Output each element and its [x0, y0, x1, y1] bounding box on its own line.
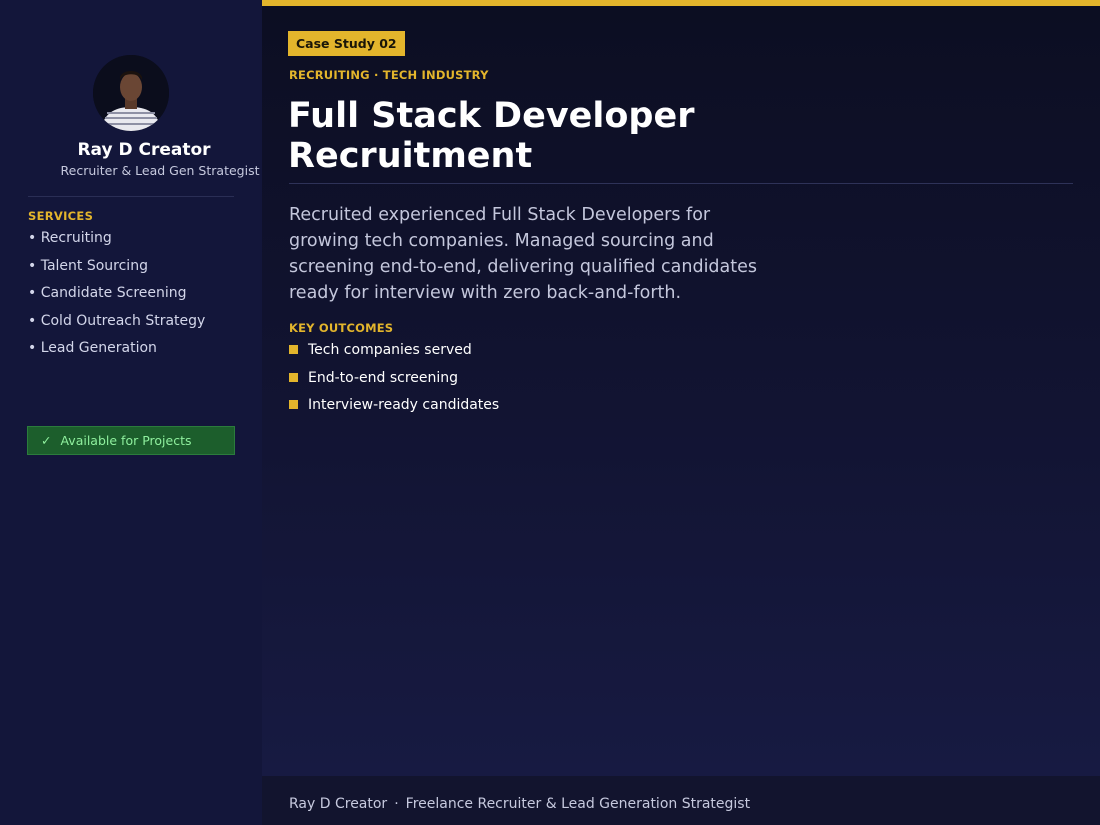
footer-separator: · — [394, 796, 399, 812]
outcome-text: Interview-ready candidates — [308, 397, 500, 413]
services-heading: SERVICES — [28, 209, 94, 223]
sidebar: Ray D Creator Recruiter & Lead Gen Strat… — [0, 0, 262, 825]
service-item-cold-outreach: • Cold Outreach Strategy — [28, 312, 206, 329]
category-label: RECRUITING · TECH INDUSTRY — [289, 68, 489, 82]
outcomes-heading: KEY OUTCOMES — [289, 321, 394, 335]
case-study-badge: Case Study 02 — [288, 31, 405, 56]
service-item-lead-generation: • Lead Generation — [28, 340, 157, 356]
title-divider — [289, 183, 1073, 184]
square-bullet-icon — [289, 372, 298, 382]
footer-tagline: Freelance Recruiter & Lead Generation St… — [405, 796, 751, 812]
outcome-item: End-to-end screening — [289, 370, 499, 398]
outcome-text: End-to-end screening — [308, 369, 459, 386]
outcome-item: Tech companies served — [289, 342, 499, 370]
availability-badge: ✓ Available for Projects — [27, 426, 235, 455]
case-description: Recruited experienced Full Stack Develop… — [289, 205, 758, 303]
square-bullet-icon — [289, 400, 298, 409]
outcomes-list: Tech companies served End-to-end screeni… — [289, 342, 499, 425]
service-item-talent-sourcing: • Talent Sourcing — [28, 257, 148, 274]
square-bullet-icon — [289, 345, 298, 354]
outcome-text: Tech companies served — [308, 342, 472, 358]
service-item-candidate-screening: • Candidate Screening — [28, 285, 187, 301]
page-title: Full Stack Developer Recruitment — [288, 96, 695, 176]
avatar-photo-icon — [93, 55, 169, 131]
sidebar-divider — [28, 196, 234, 197]
case-study-page: Ray D Creator Recruiter & Lead Gen Strat… — [0, 0, 1100, 825]
availability-label: Available for Projects — [60, 433, 192, 448]
service-item-recruiting: • Recruiting — [28, 230, 112, 246]
outcome-item: Interview-ready candidates — [289, 397, 499, 425]
footer: Ray D Creator · Freelance Recruiter & Lead… — [289, 796, 750, 812]
services-list: • Recruiting • Talent Sourcing • Candida… — [28, 230, 205, 368]
check-icon: ✓ — [41, 433, 52, 448]
avatar — [93, 55, 169, 131]
footer-name: Ray D Creator — [289, 796, 388, 812]
profile-name: Ray D Creator — [77, 140, 211, 160]
